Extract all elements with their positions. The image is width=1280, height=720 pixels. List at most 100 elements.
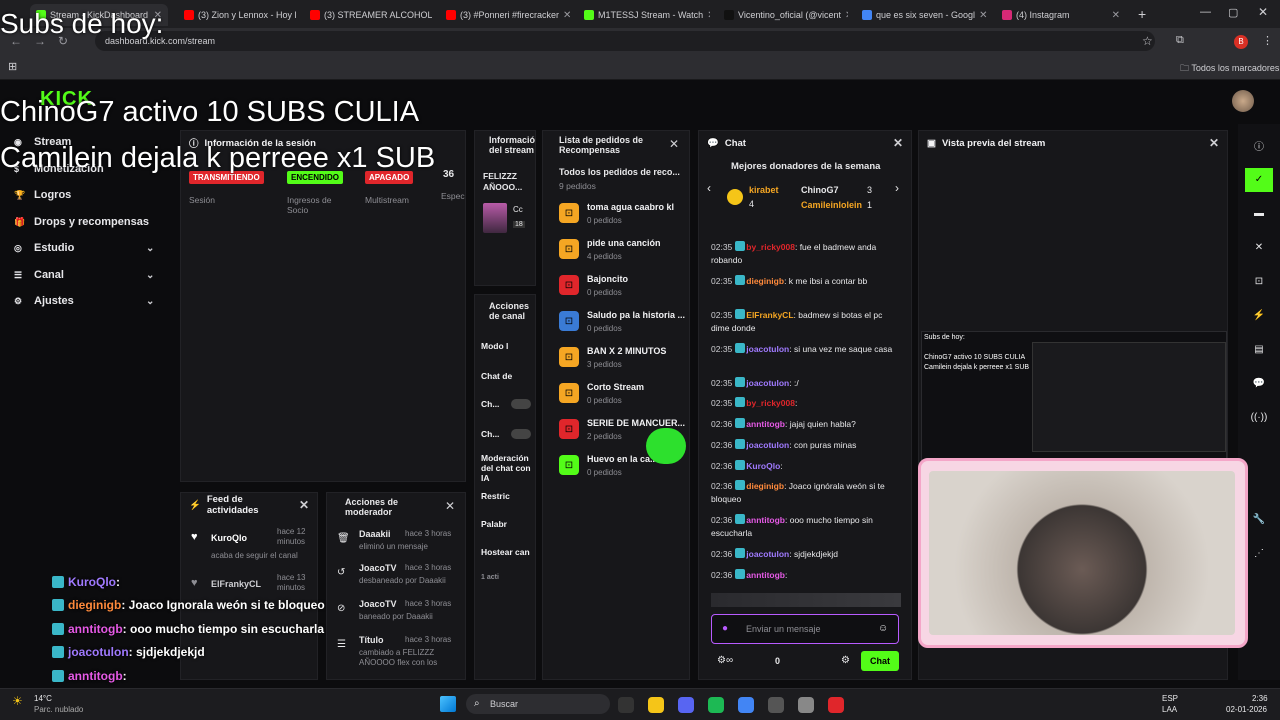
donors-prev-icon[interactable]: ‹ — [707, 181, 711, 195]
close-tab-icon[interactable]: ✕ — [845, 10, 848, 21]
taskbar-app-icon[interactable] — [648, 697, 664, 713]
taskbar-app-icon[interactable] — [828, 697, 844, 713]
address-bar[interactable]: dashboard.kick.com/stream — [95, 31, 1155, 51]
message-user[interactable]: joacotulon — [746, 440, 789, 450]
windows-start-icon[interactable] — [440, 696, 456, 712]
tool-button[interactable]: ✕ — [1245, 236, 1273, 260]
chat-message[interactable]: 02:36 joacotulon: sjdjekdjekjd — [711, 548, 897, 561]
reward-item[interactable]: ⊡ Saludo pa la historia ... 0 pedidos — [559, 309, 689, 339]
extensions-icon[interactable]: ⧉ — [1176, 34, 1184, 47]
close-feed-icon[interactable]: ✕ — [299, 498, 309, 512]
donors-next-icon[interactable]: › — [895, 181, 899, 195]
browser-tab[interactable]: (3) STREAMER ALCOHOLI✕ — [304, 4, 432, 26]
close-tab-icon[interactable]: ✕ — [707, 10, 710, 21]
tool-button[interactable]: ✓ — [1245, 168, 1273, 192]
channel-action-item[interactable]: Ch... — [481, 429, 533, 439]
close-mod-icon[interactable]: ✕ — [445, 499, 455, 513]
sidebar-item-6[interactable]: ☰ Canal ⌄ — [14, 269, 164, 281]
close-chat-icon[interactable]: ✕ — [893, 136, 903, 150]
weather-icon[interactable]: ☀ — [12, 694, 23, 708]
all-requests-label[interactable]: Todos los pedidos de reco... — [559, 167, 687, 177]
emote-bar[interactable] — [711, 593, 901, 607]
sidebar-item-4[interactable]: 🎁 Drops y recompensas — [14, 216, 164, 228]
all-bookmarks-button[interactable]: 🗀 Todos los marcadores — [1180, 61, 1279, 77]
taskbar-app-icon[interactable] — [738, 697, 754, 713]
chrome-menu-icon[interactable]: ⋮ — [1262, 34, 1273, 47]
mod-action-user[interactable]: Daaakii — [359, 529, 391, 539]
chat-message[interactable]: 02:35 joacotulon: si una vez me saque cas… — [711, 343, 897, 356]
message-user[interactable]: anntitogb — [746, 419, 785, 429]
sidebar-item-3[interactable]: 🏆 Logros — [14, 189, 164, 201]
chat-message[interactable]: 02:35 by_ricky008: fue el badmew anda rob… — [711, 241, 897, 267]
apps-grid-icon[interactable]: ⊞ — [8, 60, 17, 73]
lang-indicator[interactable]: ESP — [1162, 694, 1178, 703]
chat-settings-icon[interactable]: ⚙ — [841, 655, 850, 666]
maximize-button[interactable]: ▢ — [1228, 6, 1238, 19]
browser-tab[interactable]: (4) Instagram ✕ — [996, 4, 1126, 26]
message-user[interactable]: joacotulon — [746, 378, 789, 388]
browser-tab[interactable]: (3) Zion y Lennox - Hoy le✕ — [178, 4, 296, 26]
message-user[interactable]: dieginigb — [746, 481, 784, 491]
points-icon[interactable]: ⚙∞ — [717, 655, 733, 666]
chat-message[interactable]: 02:36 anntitogb: ooo mucho tiempo sin esc… — [711, 514, 897, 540]
toggle-switch[interactable] — [511, 399, 531, 409]
close-preview-icon[interactable]: ✕ — [1209, 136, 1219, 150]
minimize-button[interactable]: — — [1200, 6, 1211, 18]
close-rewards-icon[interactable]: ✕ — [669, 137, 679, 151]
close-window-button[interactable]: ✕ — [1258, 5, 1268, 19]
browser-tab[interactable]: (3) #Ponneri #firecracker ✕ — [440, 4, 570, 26]
reward-item[interactable]: ⊡ toma agua caabro kl 0 pedidos — [559, 201, 689, 231]
browser-tab[interactable]: Vicentino_oficial (@vicent✕ — [718, 4, 848, 26]
channel-action-item[interactable]: Hostear can — [481, 547, 533, 557]
user-avatar[interactable] — [1232, 90, 1254, 112]
tool-button[interactable]: 🔧 — [1245, 508, 1273, 532]
reward-item[interactable]: ⊡ Corto Stream 0 pedidos — [559, 381, 689, 411]
close-tab-icon[interactable]: ✕ — [563, 10, 570, 21]
chat-message[interactable]: 02:35 joacotulon: :/ — [711, 377, 897, 390]
taskbar-app-icon[interactable] — [618, 697, 634, 713]
browser-tab[interactable]: M1TESSJ Stream - Watch✕ — [578, 4, 710, 26]
message-user[interactable]: anntitogb — [746, 570, 785, 580]
tool-button[interactable]: ((·)) — [1245, 406, 1273, 430]
message-user[interactable]: KuroQlo — [746, 461, 780, 471]
tool-button[interactable]: ⚡ — [1245, 304, 1273, 328]
emoji-icon[interactable]: ☺ — [878, 623, 888, 634]
message-user[interactable]: by_ricky008 — [746, 398, 795, 408]
close-tab-icon[interactable]: ✕ — [979, 10, 987, 21]
channel-action-item[interactable]: Restric — [481, 491, 533, 501]
clock-time[interactable]: 2:36 — [1252, 694, 1268, 703]
channel-action-item[interactable]: 1 acti — [481, 573, 533, 583]
taskbar-app-icon[interactable] — [768, 697, 784, 713]
mod-action-user[interactable]: JoacoTV — [359, 599, 397, 609]
tool-button[interactable]: 💬 — [1245, 372, 1273, 396]
tool-button[interactable]: ⓘ — [1245, 136, 1273, 160]
sidebar-item-5[interactable]: ◎ Estudio ⌄ — [14, 242, 164, 254]
tool-button[interactable]: ▤ — [1245, 338, 1273, 362]
chevron-down-icon[interactable]: ⌄ — [146, 243, 154, 254]
browser-tab[interactable]: que es six seven - Googl ✕ — [856, 4, 988, 26]
channel-action-item[interactable]: Modo l — [481, 341, 533, 351]
chat-message[interactable]: 02:36 dieginigb: Joaco ignórala weón si t… — [711, 480, 897, 506]
chat-message[interactable]: 02:35 ElFrankyCL: badmew si botas el pc d… — [711, 309, 897, 335]
chevron-down-icon[interactable]: ⌄ — [146, 296, 154, 307]
feed-user[interactable]: ElFrankyCL — [211, 579, 261, 589]
profile-avatar[interactable]: B — [1234, 35, 1248, 49]
message-user[interactable]: anntitogb — [746, 515, 785, 525]
reward-item[interactable]: ⊡ pide una canción 4 pedidos — [559, 237, 689, 267]
message-user[interactable]: dieginigb — [746, 276, 784, 286]
taskbar-app-icon[interactable] — [678, 697, 694, 713]
message-user[interactable]: by_ricky008 — [746, 242, 795, 252]
mic-icon[interactable]: ● — [722, 623, 728, 634]
chat-message[interactable]: 02:35 by_ricky008: — [711, 397, 897, 410]
taskbar-app-icon[interactable] — [798, 697, 814, 713]
chat-message[interactable]: 02:36 anntitogb: jajaj quien habla? — [711, 418, 897, 431]
message-user[interactable]: joacotulon — [746, 344, 789, 354]
mod-action-user[interactable]: JoacoTV — [359, 563, 397, 573]
tool-button[interactable]: ⋰ — [1245, 542, 1273, 566]
message-user[interactable]: ElFrankyCL — [746, 310, 793, 320]
chat-message[interactable]: 02:36 joacotulon: con puras minas — [711, 439, 897, 452]
bookmark-star-icon[interactable]: ☆ — [1142, 34, 1153, 48]
send-chat-button[interactable]: Chat — [861, 651, 899, 671]
tool-button[interactable]: ▬ — [1245, 202, 1273, 226]
feed-user[interactable]: KuroQlo — [211, 533, 247, 543]
